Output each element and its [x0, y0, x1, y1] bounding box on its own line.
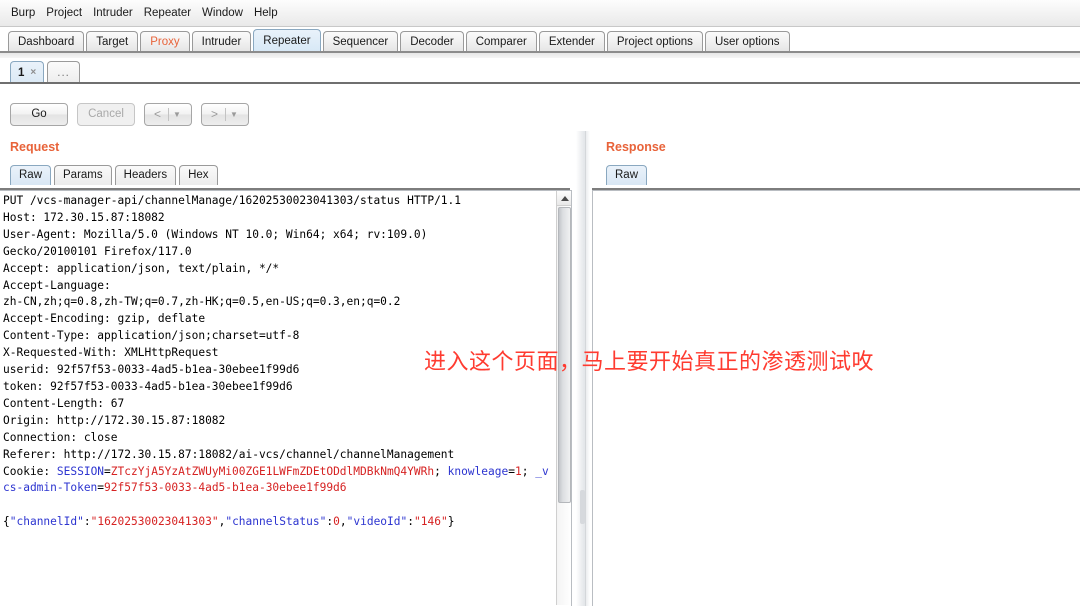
burp-suite-window: Burp Project Intruder Repeater Window Help Da… — [0, 0, 1080, 606]
tab-proxy[interactable]: Proxy — [140, 31, 190, 52]
back-button[interactable]: < ▼ — [144, 102, 192, 126]
request-tab-headers[interactable]: Headers — [114, 165, 177, 185]
request-view-tabs: Raw Params Headers Hex — [10, 165, 221, 185]
sub-tab-underline — [0, 82, 1080, 84]
main-tab-bar: Dashboard Target Proxy Intruder Repeater Sequ… — [0, 27, 1080, 52]
menu-bar: Burp Project Intruder Repeater Window Help — [0, 0, 1080, 27]
triangle-up-icon — [560, 195, 569, 201]
forward-button[interactable]: > ▼ — [201, 102, 249, 126]
close-icon[interactable]: × — [30, 67, 36, 78]
menu-item-intruder[interactable]: Intruder — [88, 5, 138, 21]
menu-item-project[interactable]: Project — [41, 5, 87, 21]
tab-decoder[interactable]: Decoder — [400, 31, 464, 52]
request-tab-params[interactable]: Params — [54, 165, 112, 185]
response-view-tabs: Raw — [606, 165, 650, 185]
splitter-grip[interactable] — [580, 490, 585, 524]
tab-project-options[interactable]: Project options — [606, 31, 703, 52]
tab-sequencer[interactable]: Sequencer — [322, 31, 399, 52]
sub-tab-label: 1 — [18, 66, 25, 79]
sub-tab-1[interactable]: 1 × — [10, 61, 45, 83]
button-divider — [225, 107, 227, 121]
menu-item-repeater[interactable]: Repeater — [139, 5, 196, 21]
go-button[interactable]: Go — [10, 102, 68, 126]
request-tab-hex[interactable]: Hex — [179, 165, 218, 185]
tab-target[interactable]: Target — [86, 31, 139, 52]
request-editor[interactable]: PUT /vcs-manager-api/channelManage/16202… — [0, 190, 572, 606]
response-panel-title: Response — [606, 140, 666, 154]
repeater-sub-tab-bar: 1 × ... — [0, 58, 1080, 83]
request-panel-title: Request — [10, 140, 60, 154]
button-divider — [168, 107, 170, 121]
scroll-up-icon[interactable] — [557, 191, 571, 206]
cancel-button: Cancel — [77, 102, 135, 126]
chevron-down-icon[interactable]: ▼ — [171, 110, 185, 119]
menu-item-burp[interactable]: Burp — [6, 5, 40, 21]
request-tab-raw[interactable]: Raw — [10, 165, 52, 185]
response-tab-raw[interactable]: Raw — [606, 165, 648, 185]
menu-item-help[interactable]: Help — [249, 5, 283, 21]
tab-user-options[interactable]: User options — [704, 31, 790, 52]
chevron-down-icon[interactable]: ▼ — [228, 110, 242, 119]
chevron-right-icon: > — [211, 107, 219, 121]
tab-comparer[interactable]: Comparer — [465, 31, 537, 52]
annotation-text: 进入这个页面，马上要开始真正的渗透测试呚 — [424, 350, 875, 375]
new-sub-tab-button[interactable]: ... — [47, 61, 80, 83]
tab-repeater[interactable]: Repeater — [253, 29, 321, 52]
request-vertical-scrollbar[interactable] — [556, 191, 571, 605]
repeater-toolbar: Go Cancel < ▼ > ▼ — [0, 97, 1080, 131]
chevron-left-icon: < — [154, 107, 162, 121]
response-editor[interactable] — [592, 190, 1080, 606]
tab-extender[interactable]: Extender — [538, 31, 605, 52]
tab-dashboard[interactable]: Dashboard — [8, 31, 85, 52]
menu-item-window[interactable]: Window — [197, 5, 248, 21]
tab-intruder[interactable]: Intruder — [191, 31, 252, 52]
